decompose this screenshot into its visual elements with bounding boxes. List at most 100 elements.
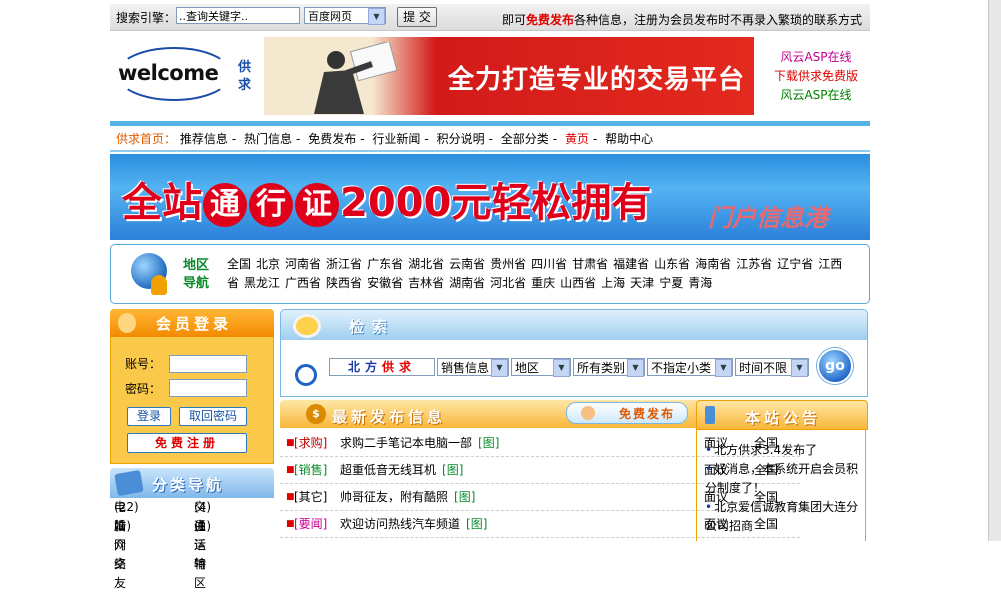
region-link[interactable]: 陕西省	[326, 276, 362, 290]
site-logo[interactable]: welcome 供求	[112, 37, 251, 107]
region-link[interactable]: 北京	[256, 257, 280, 271]
member-login-header: 会员登录	[110, 309, 274, 337]
image-indicator: [图]	[442, 463, 464, 477]
search-engine-label: 搜索引擎：	[116, 11, 177, 25]
info-tag[interactable]: [销售]	[294, 457, 327, 483]
info-title[interactable]: 帅哥征友，附有酷照 [图]	[340, 484, 475, 510]
notice-item[interactable]: 北方供求3.4发布了	[705, 441, 861, 460]
businessman-illustration	[314, 42, 398, 114]
info-title[interactable]: 求购二手笔记本电脑一部 [图]	[340, 430, 499, 456]
region-link[interactable]: 甘肃省	[572, 257, 608, 271]
nav-home[interactable]: 供求首页：	[116, 132, 176, 146]
info-title[interactable]: 超重低音无线耳机 [图]	[340, 457, 463, 483]
info-tag[interactable]: [要闻]	[294, 511, 327, 537]
nav-item-points[interactable]: 积分说明	[437, 132, 485, 146]
region-link[interactable]: 吉林省	[408, 276, 444, 290]
side-link-3[interactable]: 风云ASP在线	[766, 86, 866, 105]
side-link-1[interactable]: 风云ASP在线	[766, 48, 866, 67]
search-keyword-field[interactable]: 北方供求	[329, 358, 435, 376]
nav-item-news[interactable]: 行业新闻	[372, 132, 420, 146]
chevron-down-icon: ▼	[491, 359, 508, 377]
info-tag[interactable]: [求购]	[294, 430, 327, 456]
go-button[interactable]: go	[817, 348, 853, 384]
retrieve-password-button[interactable]: 取回密码	[179, 407, 247, 426]
page-container: 搜索引擎： 百度网页 ▼ 提 交 即可免费发布各种信息，注册为会员发布时不再录入…	[110, 0, 870, 590]
region-link[interactable]: 湖北省	[408, 257, 444, 271]
nav-item-help[interactable]: 帮助中心	[605, 132, 653, 146]
chevron-down-icon: ▼	[553, 359, 570, 377]
money-bag-icon: $	[306, 404, 326, 424]
site-notice-header: 本站公告	[696, 400, 868, 430]
image-indicator: [图]	[478, 436, 500, 450]
member-login-title: 会员登录	[156, 315, 233, 333]
search-panel-title: 检索	[349, 318, 396, 336]
free-publish-highlight: 免费发布	[526, 13, 575, 27]
region-link[interactable]: 宁夏	[659, 276, 683, 290]
register-notice: 即可免费发布各种信息，注册为会员发布时不再录入繁琐的联系方式	[502, 13, 862, 27]
region-link[interactable]: 广东省	[367, 257, 403, 271]
latest-info-title: 最新发布信息	[332, 408, 447, 426]
region-link[interactable]: 四川省	[531, 257, 567, 271]
globe-icon	[131, 253, 167, 295]
submit-button[interactable]: 提 交	[397, 7, 437, 27]
time-select[interactable]: 时间不限 ▼	[735, 358, 809, 377]
nav-item-recommend[interactable]: 推荐信息	[180, 132, 228, 146]
region-row-2: 省黑龙江 广西省 陕西省 安徽省 吉林省 湖南省 河北省 重庆 山西省 上海 天津 宁夏 青海	[227, 274, 863, 293]
region-link[interactable]: 云南省	[449, 257, 485, 271]
notice-item[interactable]: 好消息，本系统开启会员积分制度了！	[705, 460, 861, 498]
region-link[interactable]: 山西省	[560, 276, 596, 290]
region-link[interactable]: 河南省	[285, 257, 321, 271]
region-link[interactable]: 天津	[630, 276, 654, 290]
nav-item-publish[interactable]: 免费发布	[308, 132, 356, 146]
login-button[interactable]: 登录	[127, 407, 171, 426]
region-link[interactable]: 贵州省	[490, 257, 526, 271]
category-nav-header: 分类导航	[110, 468, 274, 498]
region-link[interactable]: 重庆	[531, 276, 555, 290]
search-panel-header: 检索	[280, 309, 868, 341]
side-link-2[interactable]: 下载供求免费版	[766, 67, 866, 86]
region-link[interactable]: 青海	[688, 276, 712, 290]
region-link[interactable]: 省	[227, 276, 239, 290]
region-link[interactable]: 河北省	[490, 276, 526, 290]
region-link[interactable]: 安徽省	[367, 276, 403, 290]
category-row: 电脑网络 (22) 交通运输 (4)	[114, 500, 211, 571]
subcategory-select[interactable]: 不指定小类 ▼	[647, 358, 733, 377]
engine-select[interactable]: 百度网页 ▼	[304, 7, 386, 25]
region-link[interactable]: 黑龙江	[244, 276, 280, 290]
promo-banner[interactable]: 全站通行证 2000元轻松拥有 门户信息港	[110, 154, 870, 240]
notice-item[interactable]: 北京爱信诚教育集团大连分公司招商	[705, 498, 861, 536]
nav-item-hot[interactable]: 热门信息	[244, 132, 292, 146]
main-nav: 供求首页： 推荐信息 - 热门信息 - 免费发布 - 行业新闻 - 积分说明 - 全部分类…	[110, 128, 870, 152]
site-notice-title: 本站公告	[745, 409, 822, 427]
type-select[interactable]: 销售信息 ▼	[437, 358, 509, 377]
register-button[interactable]: 免费注册	[127, 433, 247, 453]
nav-item-yellow-page[interactable]: 黄页	[565, 132, 589, 146]
region-link[interactable]: 广西省	[285, 276, 321, 290]
region-link[interactable]: 福建省	[613, 257, 649, 271]
region-link[interactable]: 江西	[818, 257, 842, 271]
category-select[interactable]: 所有类别 ▼	[573, 358, 645, 377]
window-scrollbar[interactable]	[988, 0, 1001, 541]
region-link[interactable]: 海南省	[695, 257, 731, 271]
info-tag[interactable]: [其它]	[294, 484, 327, 510]
region-link[interactable]: 辽宁省	[777, 257, 813, 271]
free-publish-button[interactable]: 免费发布	[566, 402, 688, 424]
region-select[interactable]: 地区 ▼	[511, 358, 571, 377]
engine-select-value: 百度网页	[308, 10, 352, 23]
region-link[interactable]: 全国	[227, 257, 251, 271]
password-input[interactable]	[169, 379, 247, 397]
region-link[interactable]: 上海	[601, 276, 625, 290]
site-notice-list: 北方供求3.4发布了 好消息，本系统开启会员积分制度了！ 北京爱信诚教育集团大连…	[696, 429, 866, 541]
account-input[interactable]	[169, 355, 247, 373]
person-icon	[581, 406, 595, 420]
header-banner[interactable]: 全力打造专业的交易平台	[264, 37, 754, 115]
region-link[interactable]: 浙江省	[326, 257, 362, 271]
region-link[interactable]: 湖南省	[449, 276, 485, 290]
keyword-input[interactable]	[176, 7, 300, 24]
region-link[interactable]: 江苏省	[736, 257, 772, 271]
nav-item-categories[interactable]: 全部分类	[501, 132, 549, 146]
account-label: 账号：	[125, 357, 162, 371]
member-login-form: 账号： 密码： 登录 取回密码 免费注册	[110, 337, 274, 464]
region-link[interactable]: 山东省	[654, 257, 690, 271]
info-title[interactable]: 欢迎访问热线汽车频道 [图]	[340, 511, 487, 537]
